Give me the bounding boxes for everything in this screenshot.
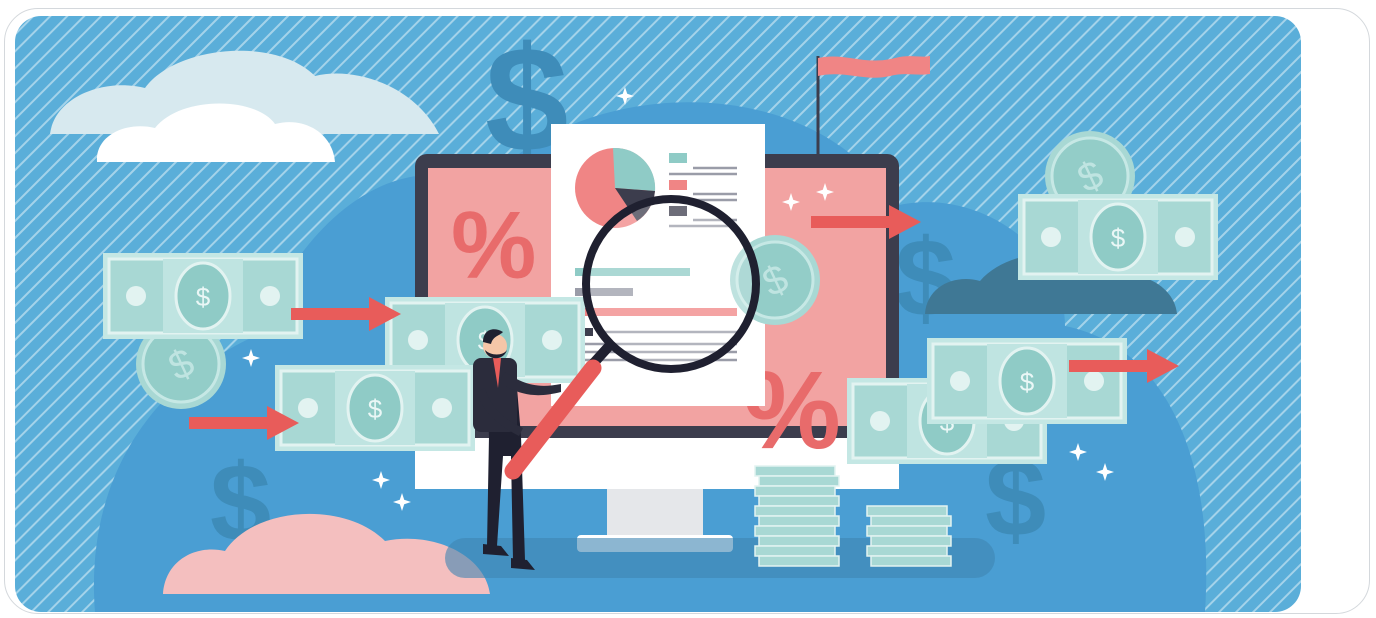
bill-right-middle <box>925 336 1129 426</box>
illustration: $ $ $ $ $ $ <box>15 16 1301 612</box>
percent-sign-left: % <box>451 192 536 299</box>
bill-right-top <box>1016 192 1220 282</box>
dollar-sign-right: $ <box>895 217 956 340</box>
bill-left-bottom <box>273 363 477 453</box>
bill-left-top <box>101 251 305 341</box>
